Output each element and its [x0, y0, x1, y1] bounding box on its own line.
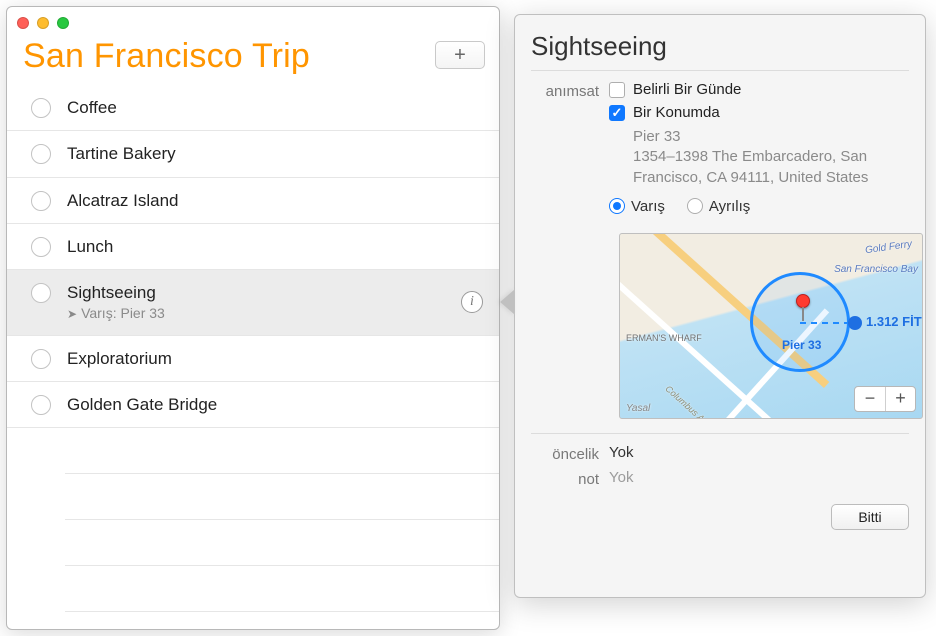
detail-title[interactable]: Sightseeing: [531, 31, 909, 62]
location-map[interactable]: Gold Ferry San Francisco Bay ERMAN'S WHA…: [619, 233, 923, 419]
reminder-row[interactable]: Alcatraz Island: [7, 178, 499, 224]
address-line-1: Pier 33: [633, 127, 909, 147]
reminder-title: Alcatraz Island: [67, 190, 483, 211]
checkbox-checked-icon[interactable]: [609, 105, 625, 121]
remind-on-day-option[interactable]: Belirli Bir Günde: [609, 81, 909, 98]
complete-toggle[interactable]: [31, 237, 51, 257]
divider: [531, 433, 909, 434]
zoom-window-button[interactable]: [57, 17, 69, 29]
priority-value[interactable]: Yok: [609, 444, 909, 461]
address-line-2: 1354–1398 The Embarcadero, San Francisco…: [633, 147, 909, 188]
note-value[interactable]: Yok: [609, 469, 909, 486]
checkbox-icon[interactable]: [609, 82, 625, 98]
location-address[interactable]: Pier 33 1354–1398 The Embarcadero, San F…: [633, 127, 909, 188]
reminder-detail-popover: Sightseeing anımsat Belirli Bir Günde Bi…: [514, 14, 926, 598]
empty-row: [65, 428, 499, 474]
list-title: San Francisco Trip: [23, 37, 310, 76]
close-window-button[interactable]: [17, 17, 29, 29]
map-text-wharf: ERMAN'S WHARF: [626, 334, 702, 344]
arriving-label: Varış: [631, 198, 665, 215]
priority-label: öncelik: [531, 444, 609, 463]
minimize-window-button[interactable]: [37, 17, 49, 29]
reminders-list: Coffee Tartine Bakery Alcatraz Island Lu…: [7, 85, 499, 629]
empty-row: [65, 612, 499, 629]
geofence-circle[interactable]: [750, 272, 850, 372]
leaving-label: Ayrılış: [709, 198, 750, 215]
map-pin-label: Pier 33: [782, 338, 821, 352]
complete-toggle[interactable]: [31, 191, 51, 211]
map-text-columbus: Columbus Av: [663, 383, 709, 418]
map-text-ferry: Gold Ferry: [864, 239, 912, 256]
complete-toggle[interactable]: [31, 395, 51, 415]
reminder-row[interactable]: Lunch: [7, 224, 499, 270]
complete-toggle[interactable]: [31, 349, 51, 369]
reminder-row[interactable]: Exploratorium: [7, 336, 499, 382]
priority-row[interactable]: öncelik Yok: [531, 444, 909, 463]
add-reminder-button[interactable]: +: [435, 41, 485, 69]
complete-toggle[interactable]: [31, 98, 51, 118]
remind-row: anımsat Belirli Bir Günde Bir Konumda Pi…: [531, 81, 909, 227]
reminder-row[interactable]: Coffee: [7, 85, 499, 131]
remind-at-location-option[interactable]: Bir Konumda: [609, 104, 909, 121]
geofence-direction: Varış Ayrılış: [609, 198, 909, 215]
reminder-row-selected[interactable]: Sightseeing ➤ Varış: Pier 33 i: [7, 270, 499, 336]
reminders-window: San Francisco Trip + Coffee Tartine Bake…: [6, 6, 500, 630]
empty-row: [65, 474, 499, 520]
reminder-title: Sightseeing: [67, 282, 483, 303]
map-pin-icon: [796, 294, 810, 308]
complete-toggle[interactable]: [31, 283, 51, 303]
map-zoom-controls: − +: [854, 386, 916, 412]
zoom-in-button[interactable]: +: [885, 387, 915, 411]
location-icon: ➤: [67, 307, 77, 322]
reminder-row[interactable]: Golden Gate Bridge: [7, 382, 499, 428]
remind-at-location-label: Bir Konumda: [633, 104, 720, 121]
done-button[interactable]: Bitti: [831, 504, 909, 530]
empty-row: [65, 566, 499, 612]
traffic-lights: [17, 17, 69, 29]
reminder-subtitle: ➤ Varış: Pier 33: [67, 305, 483, 323]
geofence-radius-handle[interactable]: [848, 316, 862, 330]
remind-on-day-label: Belirli Bir Günde: [633, 81, 741, 98]
reminder-title: Exploratorium: [67, 348, 483, 369]
zoom-out-button[interactable]: −: [855, 387, 885, 411]
map-legal-link[interactable]: Yasal: [626, 403, 650, 414]
note-label: not: [531, 469, 609, 488]
empty-row: [65, 520, 499, 566]
map-text-bay: San Francisco Bay: [834, 264, 918, 275]
popover-arrow-icon: [500, 290, 514, 314]
remind-label: anımsat: [531, 81, 609, 100]
plus-icon: +: [454, 44, 466, 67]
geofence-radius-label: 1.312 FİT: [866, 314, 922, 329]
reminder-title: Coffee: [67, 97, 483, 118]
reminder-subtitle-text: Varış: Pier 33: [81, 305, 165, 323]
reminder-title: Lunch: [67, 236, 483, 257]
complete-toggle[interactable]: [31, 144, 51, 164]
reminder-title-wrap: Sightseeing ➤ Varış: Pier 33: [67, 282, 483, 323]
radio-selected-icon[interactable]: [609, 198, 625, 214]
divider: [531, 70, 909, 71]
leaving-radio[interactable]: Ayrılış: [687, 198, 750, 215]
reminder-title: Tartine Bakery: [67, 143, 483, 164]
info-button[interactable]: i: [461, 291, 483, 313]
reminder-row[interactable]: Tartine Bakery: [7, 131, 499, 177]
arriving-radio[interactable]: Varış: [609, 198, 665, 215]
radio-icon[interactable]: [687, 198, 703, 214]
note-row[interactable]: not Yok: [531, 469, 909, 488]
reminder-title: Golden Gate Bridge: [67, 394, 483, 415]
